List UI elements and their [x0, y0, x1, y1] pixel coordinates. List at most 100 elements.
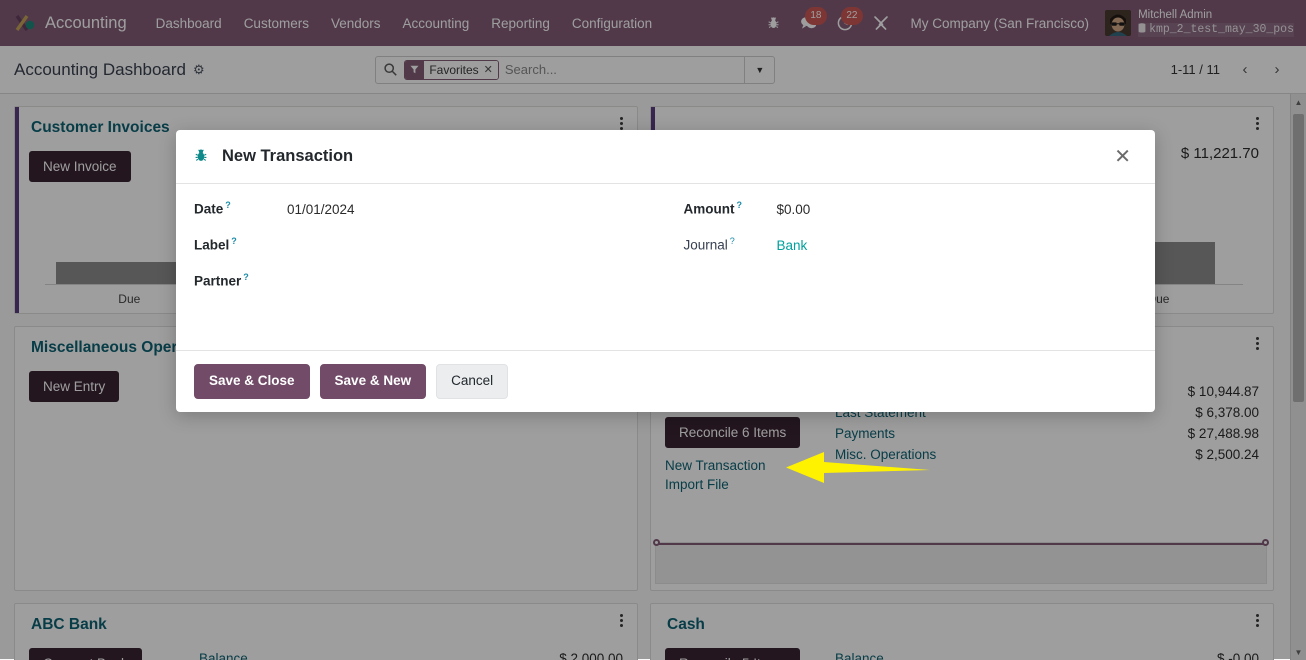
field-label: Journal? [683, 236, 735, 253]
cash-actions: Reconcile 5 Items [665, 634, 835, 660]
help-icon[interactable]: ? [231, 236, 237, 246]
remove-facet-icon[interactable]: ✕ [483, 60, 498, 79]
card-title: ABC Bank [31, 616, 107, 633]
help-icon[interactable]: ? [730, 236, 735, 246]
field-label: Label? [194, 236, 237, 253]
reconcile-items-button[interactable]: Reconcile 5 Items [665, 648, 801, 660]
new-entry-button[interactable]: New Entry [29, 371, 120, 402]
user-info: Mitchell Admin kmp_2_test_may_30_pos [1138, 9, 1294, 37]
field-journal: Journal? Bank [684, 236, 1156, 272]
user-menu[interactable]: Mitchell Admin kmp_2_test_may_30_pos [1101, 9, 1294, 37]
brand-logo-group[interactable]: Accounting [14, 12, 127, 34]
main-menu: Dashboard Customers Vendors Accounting R… [145, 10, 664, 37]
pager-next-button[interactable]: › [1262, 56, 1292, 84]
odoo-logo-icon [14, 12, 36, 34]
scrollbar-thumb[interactable] [1293, 114, 1304, 402]
vertical-scrollbar[interactable]: ▲ ▼ [1290, 94, 1306, 660]
gear-icon[interactable]: ⚙ [193, 62, 205, 78]
connect-bank-button[interactable]: Connect Bank [29, 648, 142, 660]
balance-value: $ -0.00 [1216, 651, 1259, 660]
bank-detail-values: $ 10,944.87 $ 6,378.00 $ 27,488.98 $ 2,5… [1188, 337, 1259, 494]
balance-label[interactable]: Balance [835, 648, 1217, 660]
help-icon[interactable]: ? [225, 200, 231, 210]
tools-icon[interactable] [863, 15, 899, 31]
search-input[interactable]: Search... [505, 62, 744, 77]
card-menu-icon[interactable] [1256, 614, 1259, 627]
amount-input[interactable]: $0.00 [769, 202, 811, 217]
dialog-header: New Transaction ✕ [176, 130, 1155, 184]
abc-bank-actions: Connect Bank [29, 634, 199, 660]
messages-icon[interactable]: 18 [790, 7, 827, 31]
save-and-new-button[interactable]: Save & New [319, 364, 427, 399]
sparkline-end-point [1262, 539, 1269, 546]
bug-icon[interactable] [757, 16, 790, 30]
cash-content: Reconcile 5 Items Balance $ -0.00 [665, 634, 1259, 660]
menu-item-customers[interactable]: Customers [233, 10, 320, 37]
help-icon[interactable]: ? [737, 200, 743, 210]
menu-item-accounting[interactable]: Accounting [392, 10, 481, 37]
balance-value: $ 2,000.00 [559, 651, 623, 660]
search-facet-favorites[interactable]: Favorites ✕ [404, 59, 499, 80]
card-menu-icon[interactable] [1256, 117, 1259, 130]
field-amount: Amount? $0.00 [684, 200, 1156, 236]
search-bar[interactable]: Favorites ✕ Search... ▼ [375, 55, 776, 84]
new-invoice-button[interactable]: New Invoice [29, 151, 131, 182]
form-column-left: Date? 01/01/2024 Label? Partner? [176, 200, 666, 350]
page-title-group: Accounting Dashboard ⚙ [14, 60, 205, 80]
dialog-footer: Save & Close Save & New Cancel [176, 350, 1155, 412]
search-facet-label: Favorites [424, 60, 484, 79]
menu-item-vendors[interactable]: Vendors [320, 10, 392, 37]
company-name[interactable]: My Company (San Francisco) [899, 16, 1102, 31]
scroll-up-icon[interactable]: ▲ [1291, 94, 1306, 110]
import-file-link[interactable]: Import File [665, 475, 835, 494]
bank-row-label[interactable]: Misc. Operations [835, 444, 1188, 465]
bank-row-value: $ 10,944.87 [1187, 384, 1259, 399]
new-transaction-link[interactable]: New Transaction [665, 456, 835, 475]
database-name: kmp_2_test_may_30_pos [1138, 22, 1294, 37]
messages-badge: 18 [805, 7, 827, 25]
activities-badge: 22 [841, 7, 863, 25]
menu-item-configuration[interactable]: Configuration [561, 10, 663, 37]
brand-name: Accounting [45, 13, 127, 32]
pager: 1-11 / 11 ‹ › [1171, 56, 1292, 84]
card-title: Cash [667, 616, 705, 633]
database-icon [1138, 22, 1146, 37]
bank-row-value: $ 6,378.00 [1195, 405, 1259, 420]
field-label: Amount? [683, 200, 743, 217]
top-navbar: Accounting Dashboard Customers Vendors A… [0, 0, 1306, 46]
new-transaction-dialog: New Transaction ✕ Date? 01/01/2024 Label… [176, 130, 1155, 412]
field-date: Date? 01/01/2024 [194, 200, 666, 236]
card-menu-icon[interactable] [620, 117, 623, 130]
card-menu-icon[interactable] [1256, 337, 1259, 350]
scroll-down-icon[interactable]: ▼ [1291, 644, 1306, 660]
accounting-dashboard-app: Accounting Dashboard Customers Vendors A… [0, 0, 1306, 660]
save-and-close-button[interactable]: Save & Close [194, 364, 310, 399]
control-panel: Accounting Dashboard ⚙ Favorites ✕ Searc… [0, 46, 1306, 94]
cancel-button[interactable]: Cancel [436, 364, 509, 399]
pager-previous-button[interactable]: ‹ [1230, 56, 1260, 84]
abc-bank-labels: Balance [199, 634, 559, 660]
form-column-right: Amount? $0.00 Journal? Bank [666, 200, 1156, 350]
field-label-text: Label? [194, 236, 666, 272]
search-icon [376, 63, 404, 76]
card-abc-bank: ABC Bank Connect Bank Balance $ 2,000.00 [14, 603, 638, 660]
filter-icon [405, 60, 425, 79]
menu-item-dashboard[interactable]: Dashboard [145, 10, 233, 37]
activities-icon[interactable]: 22 [827, 7, 863, 31]
dialog-title: New Transaction [222, 147, 354, 165]
help-icon[interactable]: ? [243, 272, 249, 282]
sparkline-start-point [653, 539, 660, 546]
bug-icon[interactable] [194, 148, 208, 166]
menu-item-reporting[interactable]: Reporting [480, 10, 561, 37]
chevron-down-icon[interactable]: ▼ [744, 56, 774, 83]
abc-bank-content: Connect Bank Balance $ 2,000.00 [29, 634, 623, 660]
avatar [1105, 10, 1132, 36]
balance-label[interactable]: Balance [199, 648, 559, 660]
card-menu-icon[interactable] [620, 614, 623, 627]
bank-row-label[interactable]: Payments [835, 423, 1188, 444]
journal-input[interactable]: Bank [769, 238, 808, 253]
field-label: Partner? [194, 272, 249, 289]
close-icon[interactable]: ✕ [1108, 143, 1137, 171]
reconcile-items-button[interactable]: Reconcile 6 Items [665, 417, 801, 448]
date-input[interactable]: 01/01/2024 [279, 202, 355, 217]
